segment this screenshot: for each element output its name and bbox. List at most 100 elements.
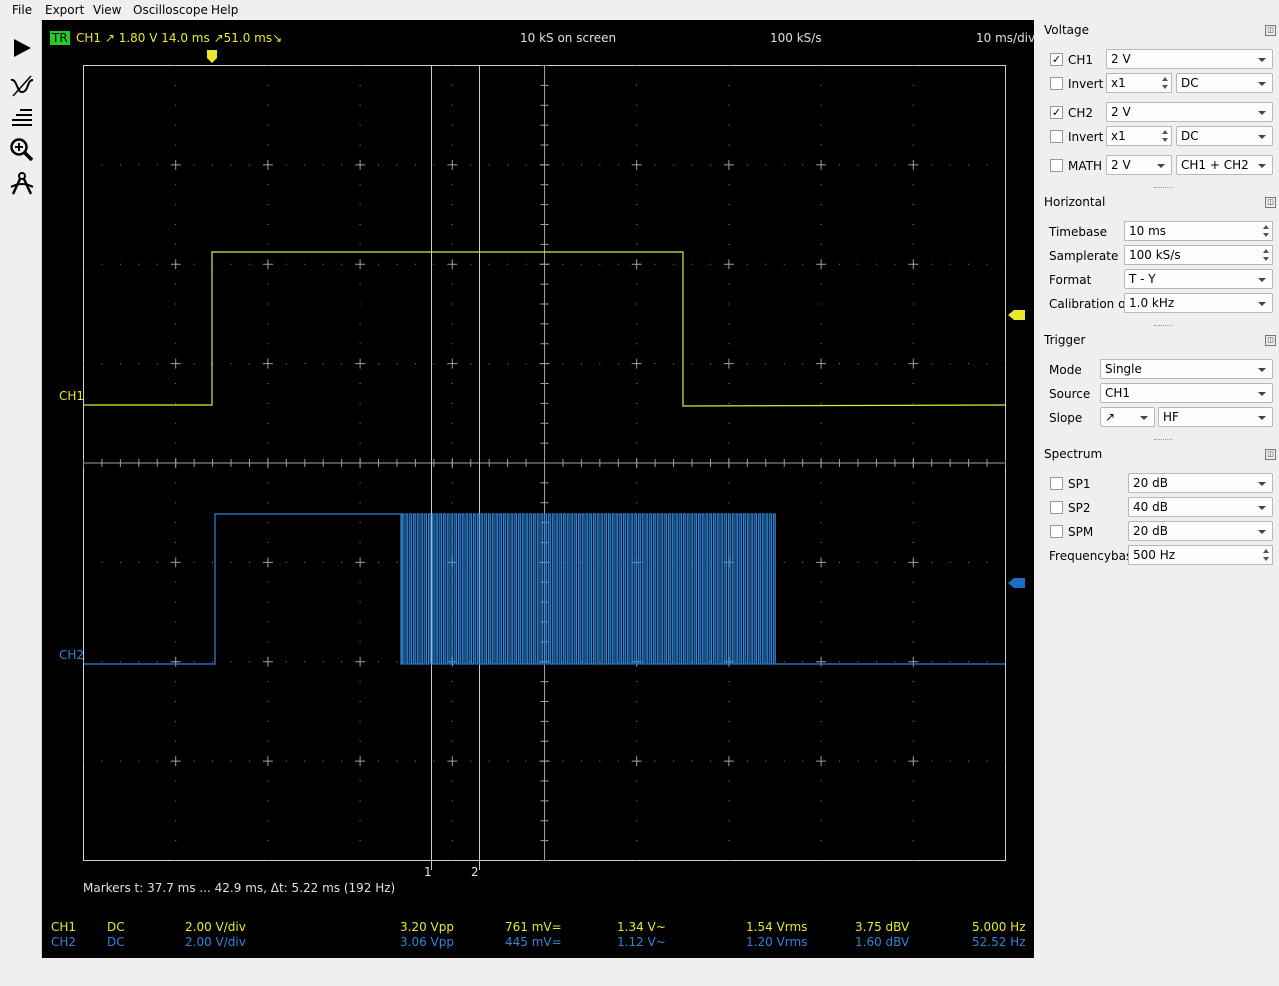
spin-down-icon[interactable] [1162,85,1168,89]
grid-dot [285,661,287,663]
horizontal-float-icon[interactable]: ◫ [1265,197,1276,208]
trigger-position-marker[interactable] [207,50,217,63]
ch1-checkbox[interactable]: ✓ [1050,53,1063,66]
grid-dot [820,860,822,861]
calibration-select[interactable]: 1.0 kHz [1124,293,1273,313]
ch2-gain-select[interactable]: 2 V [1106,102,1273,122]
grid-dot [267,442,269,444]
grid-dot [912,502,914,504]
horizontal-splitter[interactable] [1154,325,1172,326]
math-checkbox[interactable] [1050,159,1063,172]
grid-dot [912,581,914,583]
ch1-gain-select[interactable]: 2 V [1106,49,1273,69]
grid-dot [322,661,324,663]
grid-dot [451,502,453,504]
grid-dot [156,661,158,663]
grid-dot [820,542,822,543]
grid-dot [986,661,988,663]
trigger-mode-select[interactable]: Single [1100,359,1273,379]
grid-cross [723,358,734,369]
timebase-spinbox[interactable]: 10 ms [1124,221,1273,241]
trigger-source-select[interactable]: CH1 [1100,383,1273,403]
spectrum-float-icon[interactable]: ◫ [1265,449,1276,460]
ch2-level-marker[interactable] [1008,578,1025,588]
voltage-splitter[interactable] [1154,187,1172,188]
grid-dot [248,561,250,563]
spin-up-icon[interactable] [1263,225,1269,229]
trigger-filter-select[interactable]: HF [1158,407,1273,427]
spm-checkbox[interactable] [1050,525,1063,538]
spm-select[interactable]: 20 dB [1128,521,1273,541]
trigger-slope-select[interactable]: ↗ [1100,407,1155,427]
spin-up-icon[interactable] [1263,549,1269,553]
trigger-float-icon[interactable]: ◫ [1265,335,1276,346]
ch1-invert-checkbox[interactable] [1050,77,1063,90]
spin-up-icon[interactable] [1263,249,1269,253]
grid-dot [83,661,84,663]
grid-dot [636,701,638,702]
grid-dot [285,760,287,762]
grid-dot [359,542,361,543]
sp1-select[interactable]: 20 dB [1128,473,1273,493]
trigger-splitter[interactable] [1154,439,1172,440]
grid-dot [488,363,490,365]
grid-dot [636,124,638,126]
grid-dot [230,164,232,166]
format-select[interactable]: T - Y [1124,269,1273,289]
grid-dot [580,263,582,265]
grid-cross [262,656,273,667]
trigger-source-label: Source [1049,387,1091,401]
grid-dot [175,800,177,802]
chevron-down-icon [1258,82,1266,86]
grid-dot [1005,561,1006,563]
spin-down-icon[interactable] [1263,557,1269,561]
grid-cross [170,656,181,667]
grid-dot [138,760,140,762]
grid-dot [617,263,619,265]
grid-dot [912,303,914,305]
grid-dot [359,84,361,86]
trigger-level-marker[interactable] [1008,310,1025,320]
grid-dot [212,661,214,663]
grid-dot [304,263,306,265]
grid-cross [447,159,458,170]
spin-up-icon[interactable] [1162,77,1168,81]
sp2-checkbox[interactable] [1050,501,1063,514]
grid-dot [820,104,822,106]
grid-dot [414,164,416,166]
samplerate-spinbox[interactable]: 100 kS/s [1124,245,1273,265]
spm-label: SPM [1068,525,1094,539]
spin-up-icon[interactable] [1162,130,1168,134]
grid-dot [636,740,638,742]
grid-dot [175,422,177,424]
spin-down-icon[interactable] [1263,257,1269,261]
sp1-checkbox[interactable] [1050,477,1063,490]
freqbase-spinbox[interactable]: 500 Hz [1128,545,1273,565]
grid-dot [285,561,287,563]
ch1-probe-spinbox[interactable]: x1 [1106,73,1172,93]
grid-dot [968,760,970,762]
grid-dot [636,343,638,345]
ch1-coupling-select[interactable]: DC [1176,73,1273,93]
spin-down-icon[interactable] [1263,233,1269,237]
grid-dot [378,561,380,563]
ch2-invert-label: Invert [1068,130,1104,144]
grid-cross [355,259,366,270]
math-gain-select[interactable]: 2 V [1106,155,1172,175]
grid-dot [341,561,343,563]
ch2-coupling-select[interactable]: DC [1176,126,1273,146]
math-mode-select[interactable]: CH1 + CH2 [1176,155,1273,175]
grid-dot [83,164,84,166]
grid-dot [267,502,269,504]
voltage-float-icon[interactable]: ◫ [1265,25,1276,36]
ch2-probe-spinbox[interactable]: x1 [1106,126,1172,146]
grid-dot [341,164,343,166]
ch2-invert-checkbox[interactable] [1050,130,1063,143]
sp2-select[interactable]: 40 dB [1128,497,1273,517]
spin-down-icon[interactable] [1162,138,1168,142]
grid-dot [820,224,822,225]
chevron-down-icon [1258,482,1266,486]
grid-dot [1005,164,1006,166]
grid-dot [451,422,453,424]
ch2-checkbox[interactable]: ✓ [1050,106,1063,119]
